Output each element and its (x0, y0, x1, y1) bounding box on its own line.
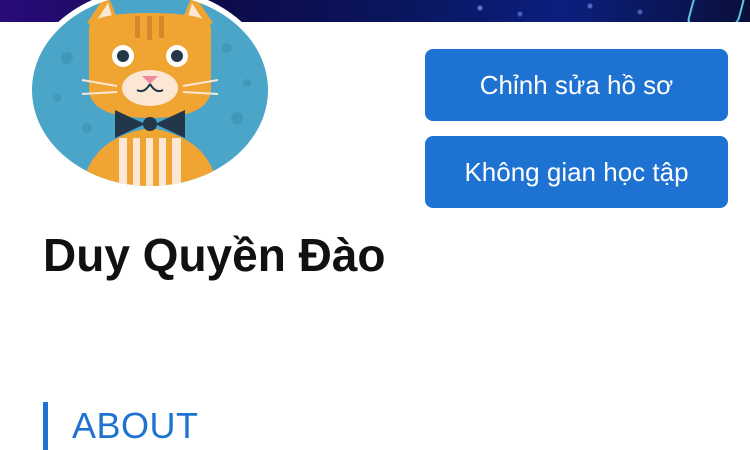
profile-name: Duy Quyền Đào (43, 229, 386, 281)
edit-profile-button[interactable]: Chỉnh sửa hồ sơ (425, 49, 728, 121)
cat-with-bowtie-avatar-icon (27, 0, 273, 192)
learning-space-button[interactable]: Không gian học tập (425, 136, 728, 208)
about-section-marker (43, 402, 48, 450)
about-heading: ABOUT (72, 405, 199, 446)
avatar[interactable] (27, 0, 273, 192)
cover-decorative-shape (685, 0, 747, 22)
